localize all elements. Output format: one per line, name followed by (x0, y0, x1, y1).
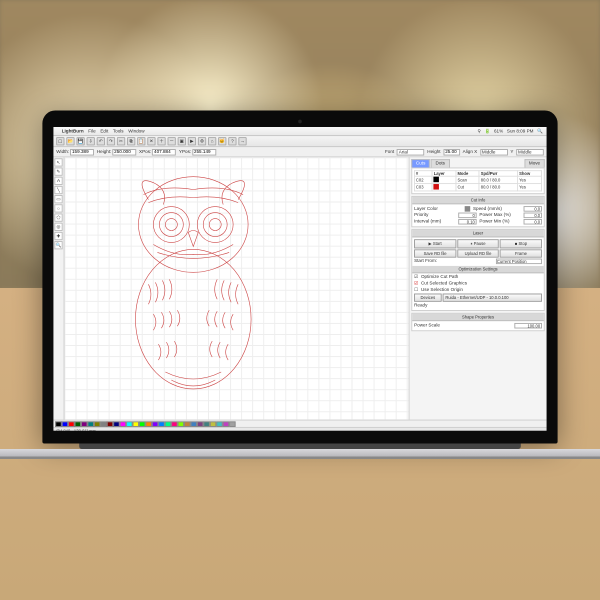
cut-icon[interactable]: ✂ (117, 137, 125, 145)
powermax-field[interactable]: 0.0 (524, 213, 542, 219)
polygon-tool-icon[interactable]: ⬠ (54, 213, 62, 221)
frame-button[interactable]: Frame (500, 249, 542, 257)
aligny-label: Y (510, 149, 513, 155)
alignx-label: Align X (463, 149, 478, 155)
xpos-input[interactable] (152, 149, 176, 155)
delete-icon[interactable]: ✕ (147, 137, 155, 145)
right-panel: Cuts Dots Move #LayerModeSpd/PwrShow C02… (409, 157, 547, 419)
alignx-select[interactable]: Middle (480, 149, 508, 155)
offset-tool-icon[interactable]: ◎ (54, 223, 62, 231)
help-icon[interactable]: ? (228, 137, 236, 145)
device-icon[interactable]: ⌂ (208, 137, 216, 145)
settings-icon[interactable]: ⚙ (198, 137, 206, 145)
canvas[interactable] (64, 157, 408, 419)
redo-icon[interactable]: ↷ (107, 137, 115, 145)
table-row: C03Cut80.0 / 80.0Yes (415, 184, 542, 191)
menu-edit[interactable]: Edit (100, 128, 108, 134)
fontheight-input[interactable] (443, 149, 460, 155)
startfrom-select[interactable]: Current Position (496, 259, 542, 265)
color-palette (53, 420, 546, 427)
paste-icon[interactable]: 📋 (137, 137, 145, 145)
pause-button[interactable]: ⏸ Pause (457, 239, 499, 248)
edit-tool-icon[interactable]: ✚ (54, 232, 62, 240)
zoom-frame-icon[interactable]: ▣ (178, 137, 186, 145)
layer-color-swatch[interactable] (465, 206, 471, 212)
optimize-checkbox[interactable]: ☑ (414, 274, 418, 280)
laser-title: Laser (412, 230, 544, 237)
new-icon[interactable]: ▢ (56, 137, 64, 145)
height-input[interactable] (112, 149, 136, 155)
line-tool-icon[interactable]: ╲ (54, 186, 62, 194)
text-tool-icon[interactable]: A (54, 177, 62, 185)
priority-field[interactable]: 0 (458, 213, 476, 219)
fontheight-label: Height (427, 149, 440, 155)
status-ready: Ready (414, 303, 542, 309)
cutinfo-title: Cut Info (412, 197, 544, 204)
preview-icon[interactable]: ▶ (188, 137, 196, 145)
main-toolbar: ▢ 📂 💾 ⇩ ↶ ↷ ✂ ⧉ 📋 ✕ ＋ － ▣ ▶ ⚙ ⌂ 🐱 ? → (53, 136, 546, 147)
undo-icon[interactable]: ↶ (97, 137, 105, 145)
interval-field[interactable]: 0.10 (458, 219, 476, 225)
speed-field[interactable]: 0.0 (524, 206, 542, 212)
tab-dots[interactable]: Dots (431, 159, 450, 167)
rect-tool-icon[interactable]: ▭ (54, 195, 62, 203)
palette-swatch[interactable] (229, 421, 235, 427)
wifi-icon[interactable]: ⚲ (478, 128, 481, 134)
powermin-field[interactable]: 0.0 (524, 219, 542, 225)
menu-tools[interactable]: Tools (113, 128, 124, 134)
useorigin-checkbox[interactable]: ☐ (414, 287, 418, 293)
table-row: C02Scan80.0 / 80.0Yes (415, 176, 542, 183)
cat-icon[interactable]: 🐱 (218, 137, 226, 145)
ypos-input[interactable] (192, 149, 216, 155)
node-tool-icon[interactable]: ✎ (54, 167, 62, 175)
ypos-label: YPos: (179, 149, 191, 155)
aligny-select[interactable]: Middle (516, 149, 544, 155)
owl-artwork[interactable] (74, 165, 313, 404)
stop-button[interactable]: ■ Stop (500, 239, 542, 248)
left-toolbox: ↖ ✎ A ╲ ▭ ○ ⬠ ◎ ✚ 🔍 (53, 157, 64, 419)
copy-icon[interactable]: ⧉ (127, 137, 135, 145)
zoom-in-icon[interactable]: ＋ (157, 137, 165, 145)
status-bar: (94.840, -138.61) mm (53, 427, 546, 431)
height-label: Height: (97, 149, 112, 155)
import-icon[interactable]: ⇩ (87, 137, 95, 145)
shape-properties-panel: Shape Properties Power Scale100.00 (411, 313, 544, 331)
battery-percent: 61% (494, 128, 503, 134)
macos-menubar: LightBurn File Edit Tools Window ⚲ 🔋 61%… (53, 127, 546, 136)
font-select[interactable]: Arial (397, 149, 425, 155)
ellipse-tool-icon[interactable]: ○ (54, 204, 62, 212)
clock[interactable]: Sun 8:09 PM (507, 128, 534, 134)
battery-icon[interactable]: 🔋 (485, 128, 491, 134)
tab-cuts[interactable]: Cuts (411, 159, 430, 167)
open-icon[interactable]: 📂 (66, 137, 74, 145)
start-button[interactable]: ▶ Start (414, 239, 456, 248)
width-label: Width: (56, 149, 69, 155)
cutsel-checkbox[interactable]: ☑ (414, 281, 418, 287)
go-icon[interactable]: → (238, 137, 246, 145)
spotlight-icon[interactable]: 🔍 (537, 128, 543, 134)
menu-file[interactable]: File (88, 128, 95, 134)
app-name[interactable]: LightBurn (62, 128, 84, 134)
layers-table[interactable]: #LayerModeSpd/PwrShow C02Scan80.0 / 80.0… (414, 170, 542, 191)
property-bar: Width: Height: XPos: YPos: Font Arial He… (53, 147, 546, 157)
powerscale-field[interactable]: 100.00 (514, 323, 542, 329)
save-icon[interactable]: 💾 (76, 137, 84, 145)
select-tool-icon[interactable]: ↖ (54, 158, 62, 166)
devices-button[interactable]: Devices (414, 294, 442, 302)
tab-move[interactable]: Move (524, 159, 544, 167)
device-select[interactable]: Ruida - Ethernet/UDP - 10.0.0.100 (443, 294, 542, 302)
cut-info-panel: Cut Info Layer ColorSpeed (mm/s)0.0 Prio… (411, 196, 544, 227)
laser-panel: Laser ▶ Start ⏸ Pause ■ Stop Save RD fil… (411, 229, 544, 311)
xpos-label: XPos: (139, 149, 151, 155)
zoom-tool-icon[interactable]: 🔍 (54, 241, 62, 249)
shape-title: Shape Properties (412, 314, 544, 321)
upload-rd-button[interactable]: Upload RD file (457, 249, 499, 257)
width-input[interactable] (70, 149, 94, 155)
menu-window[interactable]: Window (128, 128, 144, 134)
zoom-out-icon[interactable]: － (168, 137, 176, 145)
font-label: Font (385, 149, 394, 155)
save-rd-button[interactable]: Save RD file (414, 249, 456, 257)
